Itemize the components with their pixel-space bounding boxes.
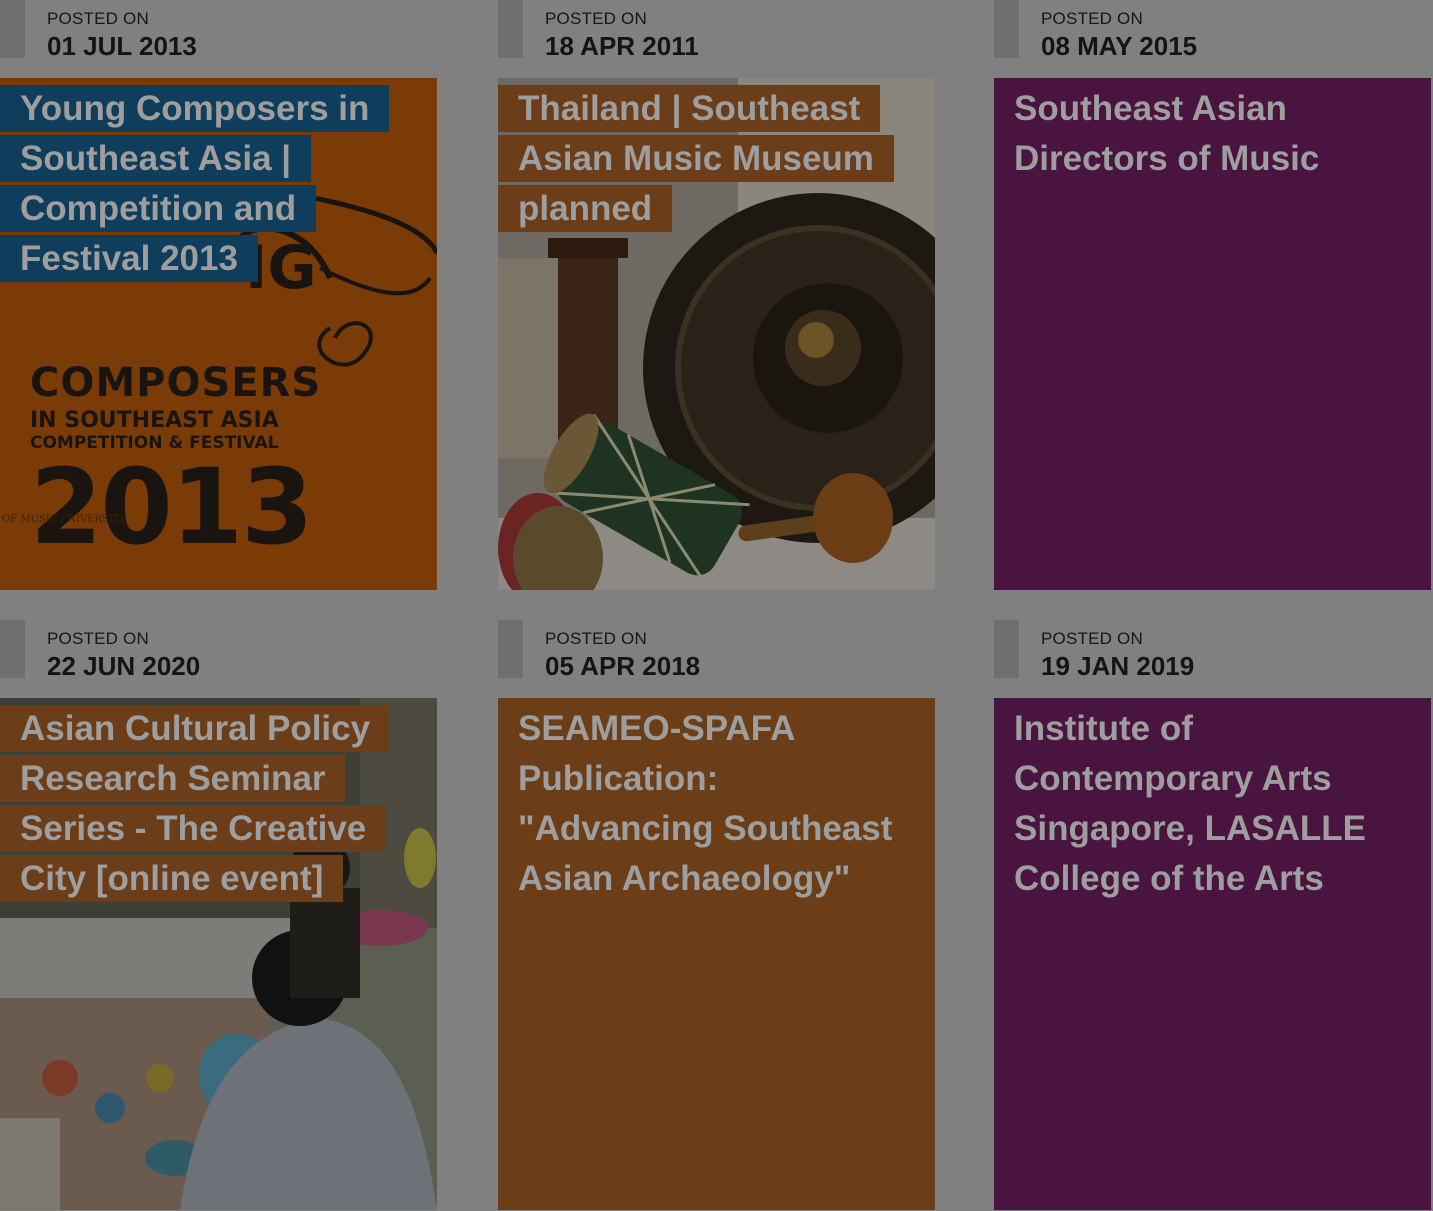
posted-on-label: POSTED ON [47,629,149,648]
post-meta: POSTED ON 05 APR 2018 [498,620,935,698]
post-thumbnail-link[interactable]: SEAMEO-SPAFA Publication: "Advancing Sou… [498,698,935,1210]
post-card[interactable]: POSTED ON 22 JUN 2020 Asian Cultural Pol… [0,620,437,1210]
meta-accent-bar [0,620,25,678]
post-date: 08 MAY 2015 [1041,31,1198,61]
meta-accent-bar [994,620,1019,678]
post-title-text[interactable]: Institute of Contemporary Arts Singapore… [1014,709,1366,898]
posted-on-label: POSTED ON [545,9,647,28]
post-card[interactable]: POSTED ON 08 MAY 2015 Southeast Asian Di… [994,0,1431,590]
post-card[interactable]: POSTED ON 05 APR 2018 SEAMEO-SPAFA Publi… [498,620,935,1210]
post-title[interactable]: Young Composers in Southeast Asia | Comp… [0,84,400,284]
post-thumbnail-link[interactable]: IG COMPOSERS IN SOUTHEAST ASIA COMPETITI… [0,78,437,590]
post-thumbnail-link[interactable]: Institute of Contemporary Arts Singapore… [994,698,1431,1210]
post-title-text[interactable]: Southeast Asian Directors of Music [1014,89,1319,178]
meta-accent-bar [498,620,523,678]
meta-accent-bar [498,0,523,58]
post-title-text[interactable]: Young Composers in Southeast Asia | Comp… [0,85,390,282]
post-thumbnail-link[interactable]: Southeast Asian Directors of Music [994,78,1431,590]
poster-year: 2013 [30,446,313,568]
post-title-text[interactable]: Asian Cultural Policy Research Seminar S… [0,705,391,902]
post-date: 22 JUN 2020 [47,651,201,681]
post-date: 01 JUL 2013 [47,31,197,61]
post-meta: POSTED ON 22 JUN 2020 [0,620,437,698]
meta-accent-bar [0,0,25,58]
post-card[interactable]: POSTED ON 19 JAN 2019 Institute of Conte… [994,620,1431,1210]
poster-footer-text: OF MUSIC / NIVERSITY [2,514,126,525]
post-title-text[interactable]: Thailand | Southeast Asian Music Museum … [498,85,894,232]
post-title[interactable]: Asian Cultural Policy Research Seminar S… [0,704,400,904]
posted-on-label: POSTED ON [1041,9,1143,28]
post-title-text[interactable]: SEAMEO-SPAFA Publication: "Advancing Sou… [518,709,892,898]
posted-on-label: POSTED ON [545,629,647,648]
post-thumbnail-link[interactable]: Asian Cultural Policy Research Seminar S… [0,698,437,1210]
post-card[interactable]: POSTED ON 01 JUL 2013 IG COMPOSERS IN SO… [0,0,437,590]
post-date: 05 APR 2018 [545,651,701,681]
poster-line: IN SOUTHEAST ASIA [30,408,279,433]
post-title[interactable]: Thailand | Southeast Asian Music Museum … [498,84,898,234]
post-title[interactable]: Southeast Asian Directors of Music [1014,84,1414,184]
post-date: 18 APR 2011 [545,31,699,61]
post-thumbnail-link[interactable]: Thailand | Southeast Asian Music Museum … [498,78,935,590]
poster-line: COMPOSERS [30,360,322,406]
post-card[interactable]: POSTED ON 18 APR 2011 Thailand | Southea… [498,0,935,590]
post-meta: POSTED ON 18 APR 2011 [498,0,935,78]
post-meta: POSTED ON 01 JUL 2013 [0,0,437,78]
posted-on-label: POSTED ON [1041,629,1143,648]
poster-text-block: COMPOSERS IN SOUTHEAST ASIA COMPETITION … [30,360,322,568]
meta-accent-bar [994,0,1019,58]
posted-on-label: POSTED ON [47,9,149,28]
post-meta: POSTED ON 08 MAY 2015 [994,0,1431,78]
post-title[interactable]: Institute of Contemporary Arts Singapore… [1014,704,1414,904]
post-date: 19 JAN 2019 [1041,651,1195,681]
post-meta: POSTED ON 19 JAN 2019 [994,620,1431,698]
post-title[interactable]: SEAMEO-SPAFA Publication: "Advancing Sou… [518,704,918,904]
